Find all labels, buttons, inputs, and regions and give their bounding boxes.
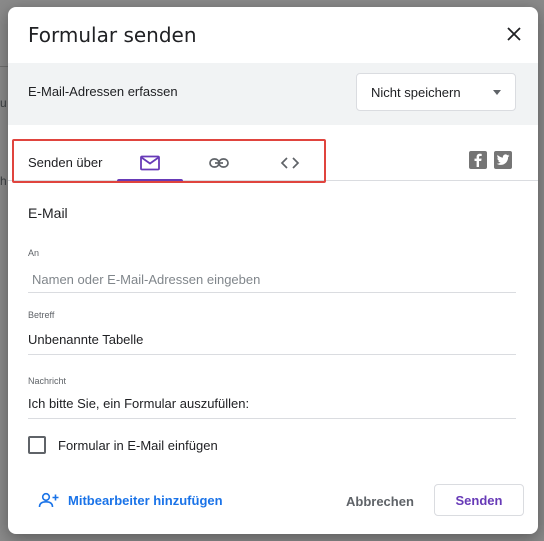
collect-emails-select[interactable]: Nicht speichern — [356, 73, 516, 111]
add-person-icon — [38, 492, 59, 508]
dropdown-caret-icon — [493, 89, 501, 95]
close-button[interactable] — [500, 20, 528, 48]
message-field-label: Nachricht — [28, 376, 67, 386]
link-icon — [209, 158, 229, 168]
tab-email[interactable] — [117, 145, 183, 182]
background-divider — [0, 66, 8, 67]
collect-emails-label: E-Mail-Adressen erfassen — [28, 84, 178, 99]
tab-embed[interactable] — [257, 145, 323, 181]
cancel-button[interactable]: Abbrechen — [338, 489, 422, 513]
include-form-checkbox-row[interactable]: Formular in E-Mail einfügen — [28, 436, 218, 454]
email-section-title: E-Mail — [28, 205, 68, 221]
add-collaborators-button[interactable]: Mitbearbeiter hinzufügen — [38, 492, 223, 508]
background-fragment: u — [0, 96, 7, 110]
facebook-share-button[interactable] — [469, 151, 487, 169]
add-collaborators-label: Mitbearbeiter hinzufügen — [68, 492, 223, 508]
subject-field-input[interactable]: Unbenannte Tabelle — [28, 329, 516, 355]
send-via-tabs: Senden über — [8, 145, 538, 182]
embed-code-icon — [280, 157, 300, 169]
message-field-input[interactable]: Ich bitte Sie, ein Formular auszufüllen: — [28, 393, 516, 419]
facebook-icon — [474, 153, 482, 167]
tab-link[interactable] — [186, 145, 252, 181]
to-field-label: An — [28, 248, 40, 258]
email-icon — [140, 155, 160, 171]
background-fragment: h — [0, 174, 7, 188]
include-form-checkbox[interactable] — [28, 436, 46, 454]
send-button[interactable]: Senden — [434, 484, 524, 516]
collect-emails-bar: E-Mail-Adressen erfassen Nicht speichern — [8, 63, 538, 125]
dialog-title: Formular senden — [28, 23, 197, 47]
send-via-label: Senden über — [28, 155, 103, 170]
twitter-share-button[interactable] — [494, 151, 512, 169]
twitter-icon — [496, 154, 510, 165]
collect-emails-select-value: Nicht speichern — [371, 84, 461, 100]
include-form-label: Formular in E-Mail einfügen — [58, 437, 218, 453]
send-form-dialog: Formular senden E-Mail-Adressen erfassen… — [8, 7, 538, 534]
subject-field-label: Betreff — [28, 310, 55, 320]
to-field-input[interactable] — [28, 267, 516, 293]
close-icon — [507, 27, 521, 41]
